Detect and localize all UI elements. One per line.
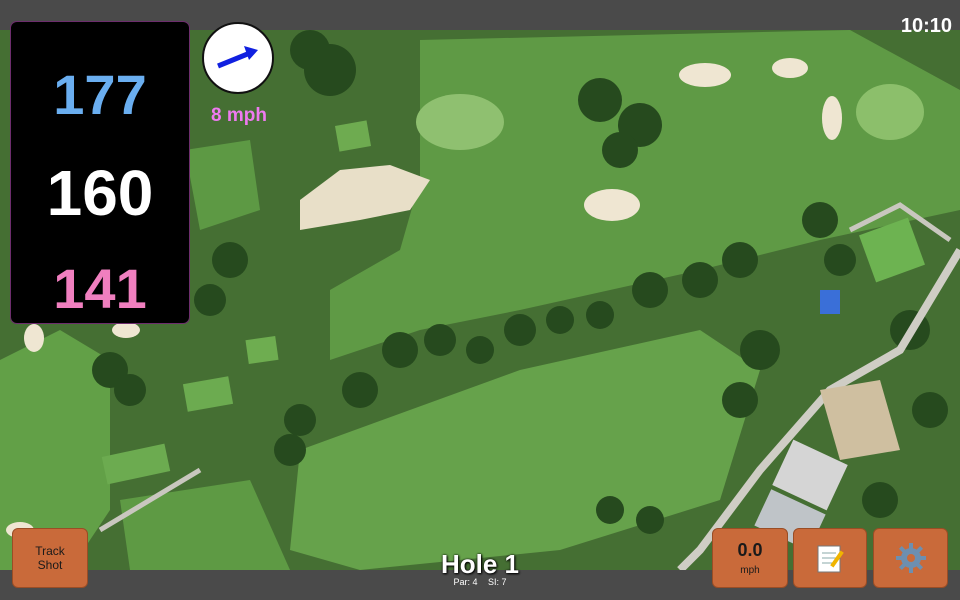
distance-front: 141 bbox=[53, 257, 147, 320]
hole-info: Par: 4 SI: 7 bbox=[380, 577, 580, 587]
notes-button[interactable] bbox=[793, 528, 867, 588]
notepad-icon bbox=[817, 545, 844, 573]
wind-speed: 8 mph bbox=[211, 105, 267, 126]
speed-value: 0.0 bbox=[737, 540, 763, 560]
distance-panel: 177 160 141 bbox=[11, 22, 189, 323]
hole-title: Hole 1 bbox=[440, 549, 520, 579]
track-shot-label-line1: Track bbox=[35, 544, 65, 558]
wind-indicator bbox=[202, 22, 274, 94]
speed-button[interactable]: 0.0 mph bbox=[712, 528, 788, 588]
hole-stroke-index: SI: 7 bbox=[488, 577, 507, 587]
hole-par: Par: 4 bbox=[453, 577, 478, 587]
track-shot-label-line2: Shot bbox=[37, 558, 63, 572]
gear-icon bbox=[895, 543, 926, 573]
distance-middle: 160 bbox=[46, 157, 154, 229]
settings-button[interactable] bbox=[873, 528, 948, 588]
track-shot-button[interactable]: Track Shot bbox=[12, 528, 88, 588]
clock: 10:10 bbox=[900, 15, 952, 37]
speed-unit: mph bbox=[740, 565, 760, 576]
distance-back: 177 bbox=[53, 63, 147, 126]
wind-arrow-icon bbox=[217, 46, 258, 69]
